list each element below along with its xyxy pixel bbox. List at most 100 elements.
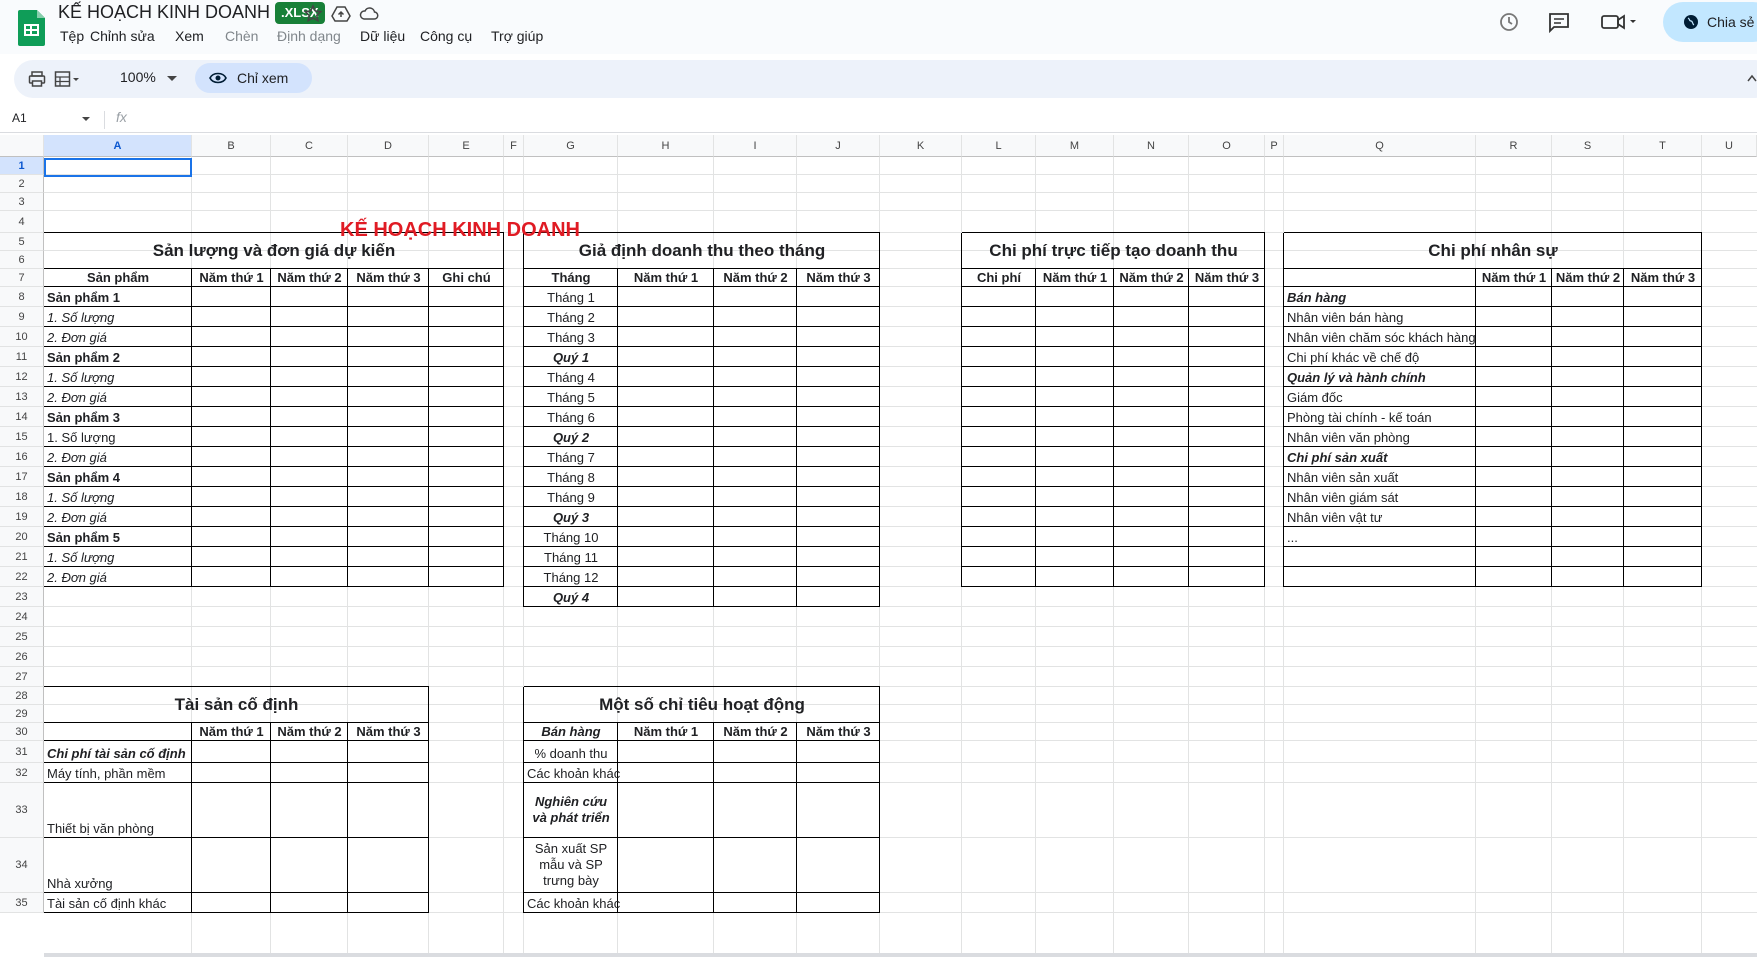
row-header[interactable]: 9 xyxy=(0,307,44,327)
row-header[interactable]: 6 xyxy=(0,251,44,269)
cell-value: Năm thứ 2 xyxy=(723,724,788,739)
menu-help[interactable]: Trợ giúp xyxy=(491,28,543,44)
row-header[interactable]: 12 xyxy=(0,367,44,387)
row-header[interactable]: 20 xyxy=(0,527,44,547)
menu-insert[interactable]: Chèn xyxy=(225,28,258,44)
zoom-dropdown-icon[interactable] xyxy=(167,76,177,82)
column-header[interactable]: T xyxy=(1624,135,1702,157)
meet-icon[interactable] xyxy=(1600,10,1640,34)
row-header[interactable]: 31 xyxy=(0,741,44,763)
menu-file[interactable]: Tệp xyxy=(60,28,84,44)
table-border xyxy=(1701,269,1702,587)
row-header[interactable]: 33 xyxy=(0,783,44,838)
column-header[interactable]: D xyxy=(348,135,429,157)
document-title[interactable]: KẾ HOẠCH KINH DOANH xyxy=(58,2,270,23)
column-header[interactable]: C xyxy=(271,135,348,157)
cell-value: Tháng 9 xyxy=(547,490,595,505)
row-header[interactable]: 2 xyxy=(0,175,44,193)
column-header[interactable]: B xyxy=(192,135,271,157)
row-header[interactable]: 21 xyxy=(0,547,44,567)
row-header[interactable]: 4 xyxy=(0,211,44,233)
name-box[interactable]: A1 xyxy=(12,111,27,125)
column-header[interactable]: E xyxy=(429,135,504,157)
sheets-logo-icon[interactable] xyxy=(18,8,46,46)
column-header[interactable]: Q xyxy=(1284,135,1476,157)
menu-data[interactable]: Dữ liệu xyxy=(360,28,405,44)
cell-value: Sản phẩm 1 xyxy=(47,290,120,305)
column-header[interactable]: S xyxy=(1552,135,1624,157)
row-header[interactable]: 27 xyxy=(0,667,44,687)
row-header[interactable]: 8 xyxy=(0,287,44,307)
column-header[interactable]: H xyxy=(618,135,714,157)
view-only-button[interactable]: Chỉ xem xyxy=(195,63,312,93)
row-header[interactable]: 14 xyxy=(0,407,44,427)
row-header[interactable]: 28 xyxy=(0,687,44,705)
move-to-drive-icon[interactable] xyxy=(331,4,351,24)
column-header[interactable]: P xyxy=(1265,135,1284,157)
column-header[interactable]: A xyxy=(44,135,192,157)
print-icon[interactable] xyxy=(28,70,46,88)
column-header[interactable]: K xyxy=(880,135,962,157)
row-header[interactable]: 26 xyxy=(0,647,44,667)
column-header[interactable]: N xyxy=(1114,135,1189,157)
row-header[interactable]: 5 xyxy=(0,233,44,251)
column-header[interactable]: G xyxy=(524,135,618,157)
row-header[interactable]: 15 xyxy=(0,427,44,447)
row-header[interactable]: 22 xyxy=(0,567,44,587)
row-label: Quý 1 xyxy=(527,347,615,367)
cell-value: Phòng tài chính - kế toán xyxy=(1287,410,1432,425)
row-header[interactable]: 35 xyxy=(0,893,44,913)
horizontal-scrollbar[interactable] xyxy=(44,953,1757,957)
row-header[interactable]: 30 xyxy=(0,723,44,741)
column-header[interactable]: M xyxy=(1036,135,1114,157)
row-header[interactable]: 34 xyxy=(0,838,44,893)
cell-value: Thiết bị văn phòng xyxy=(47,821,154,836)
row-header[interactable]: 7 xyxy=(0,269,44,287)
row-header[interactable]: 29 xyxy=(0,705,44,723)
cloud-status-icon[interactable] xyxy=(359,4,379,24)
version-history-icon[interactable] xyxy=(1497,10,1521,34)
collapse-toolbar-icon[interactable] xyxy=(1747,74,1757,82)
row-header[interactable]: 24 xyxy=(0,607,44,627)
cell-value: Chi phí khác về chế độ xyxy=(1287,350,1420,365)
selected-cell-a1[interactable] xyxy=(44,158,192,177)
column-header[interactable]: U xyxy=(1702,135,1757,157)
column-header[interactable]: J xyxy=(797,135,880,157)
column-header[interactable]: F xyxy=(504,135,524,157)
row-header[interactable]: 3 xyxy=(0,193,44,211)
row-header[interactable]: 17 xyxy=(0,467,44,487)
table-format-icon[interactable] xyxy=(54,70,82,88)
column-header[interactable]: I xyxy=(714,135,797,157)
column-header[interactable]: O xyxy=(1189,135,1265,157)
row-header[interactable]: 1 xyxy=(0,157,44,175)
row-header[interactable]: 25 xyxy=(0,627,44,647)
row-header[interactable]: 19 xyxy=(0,507,44,527)
table-title-tai-san: Tài sản cố định xyxy=(174,695,299,714)
column-header[interactable]: R xyxy=(1476,135,1552,157)
row-header[interactable]: 13 xyxy=(0,387,44,407)
row-header[interactable]: 11 xyxy=(0,347,44,367)
row-header[interactable]: 10 xyxy=(0,327,44,347)
gridline-h xyxy=(44,626,1757,627)
menu-view[interactable]: Xem xyxy=(175,28,204,44)
menu-format[interactable]: Định dạng xyxy=(277,28,341,44)
menu-tools[interactable]: Công cụ xyxy=(420,28,472,44)
row-label: Các khoản khác xyxy=(527,763,620,783)
menu-edit[interactable]: Chỉnh sửa xyxy=(90,28,155,44)
name-box-dropdown-icon[interactable] xyxy=(82,117,90,122)
star-icon[interactable] xyxy=(303,4,323,24)
comments-icon[interactable] xyxy=(1547,10,1571,34)
row-header[interactable]: 23 xyxy=(0,587,44,607)
share-button[interactable]: Chia sẻ xyxy=(1663,2,1757,42)
spreadsheet-grid[interactable]: Sản lượng và đơn giá dự kiến Sản phẩm Năm … xyxy=(0,135,1757,957)
row-header[interactable]: 18 xyxy=(0,487,44,507)
row-label: Tháng 4 xyxy=(527,367,615,387)
row-header[interactable]: 16 xyxy=(0,447,44,467)
cell-value: Tháng 11 xyxy=(544,550,598,565)
select-all-corner[interactable] xyxy=(0,135,44,157)
row-header[interactable]: 32 xyxy=(0,763,44,783)
column-header[interactable]: L xyxy=(962,135,1036,157)
zoom-select[interactable]: 100% xyxy=(120,69,156,85)
cell-value: Sản phẩm 2 xyxy=(47,350,120,365)
table-border xyxy=(191,269,192,587)
